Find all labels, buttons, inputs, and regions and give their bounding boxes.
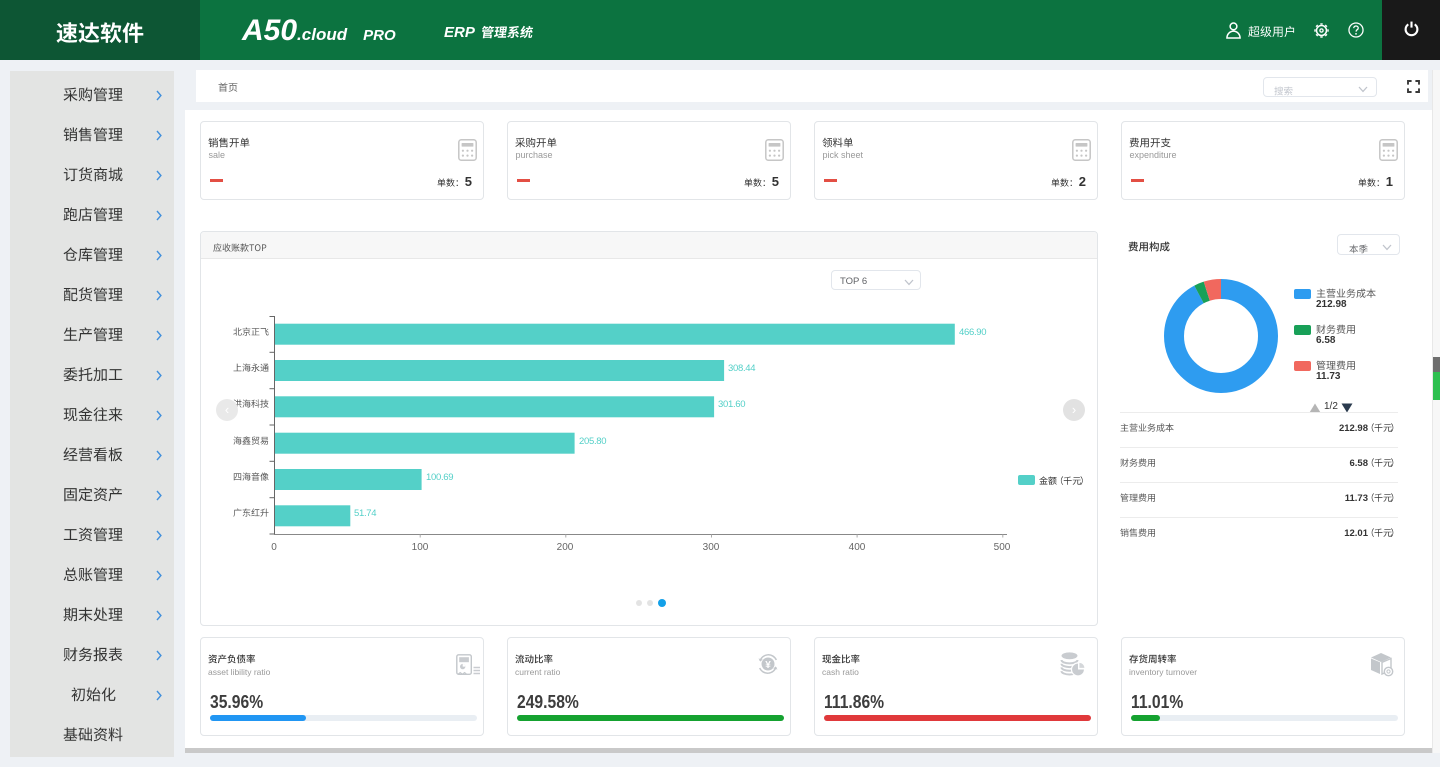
svg-text:¥: ¥: [765, 660, 771, 671]
